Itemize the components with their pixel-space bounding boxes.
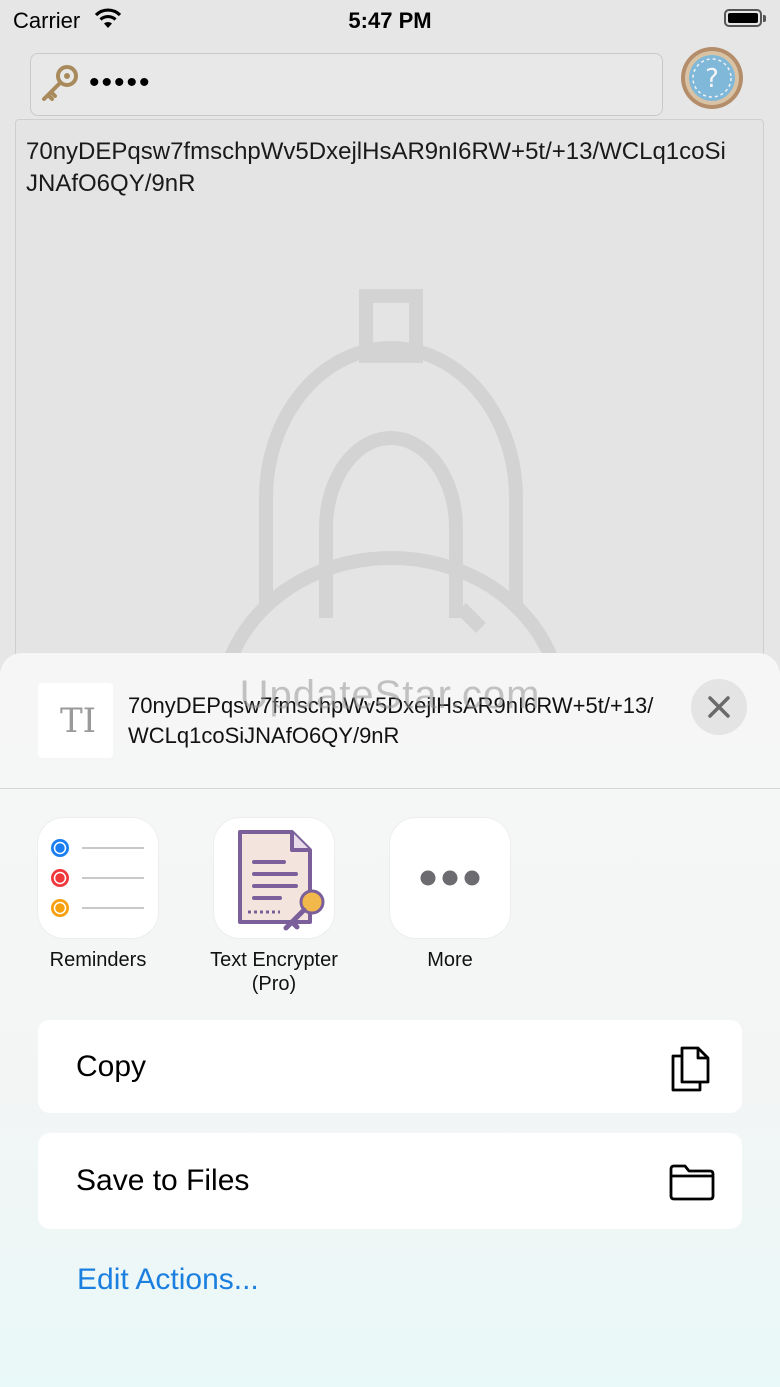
save-to-files-action[interactable]: Save to Files	[38, 1133, 742, 1229]
app-reminders[interactable]: Reminders	[23, 818, 173, 972]
copy-label: Copy	[76, 1050, 147, 1083]
share-sheet: TI 70nyDEPqsw7fmschpWv5DxejlHsAR9nI6RW+5…	[0, 653, 780, 1387]
copy-action[interactable]: Copy	[38, 1020, 742, 1113]
close-icon	[708, 696, 730, 718]
text-format-icon: TI	[60, 701, 97, 741]
edit-actions-link[interactable]: Edit Actions...	[77, 1263, 259, 1297]
copy-icon	[671, 1046, 710, 1092]
app-label: Reminders	[49, 949, 147, 971]
password-value: •••••	[89, 66, 152, 99]
clock: 5:47 PM	[348, 8, 432, 33]
share-sheet-header: TI 70nyDEPqsw7fmschpWv5DxejlHsAR9nI6RW+5…	[0, 653, 780, 789]
key-icon	[42, 65, 78, 101]
app-label: Text Encrypter (Pro)	[210, 949, 338, 995]
folder-icon	[669, 1164, 715, 1201]
share-preview-text: 70nyDEPqsw7fmschpWv5DxejlHsAR9nI6RW+5t/+…	[128, 693, 654, 748]
reminders-icon	[38, 818, 158, 938]
text-thumbnail: TI	[38, 683, 113, 758]
editor-text: 70nyDEPqsw7fmschpWv5DxejlHsAR9nI6RW+5t/+…	[26, 138, 726, 197]
battery-icon	[724, 9, 766, 27]
more-icon	[390, 818, 510, 938]
text-encrypter-icon	[214, 818, 334, 938]
app-text-encrypter[interactable]: Text Encrypter (Pro)	[199, 818, 349, 996]
app-more[interactable]: More	[375, 818, 525, 972]
svg-text:?: ?	[705, 64, 719, 94]
status-bar: Carrier 5:47 PM	[0, 0, 780, 40]
help-icon[interactable]: ?	[680, 46, 744, 110]
save-to-files-label: Save to Files	[76, 1164, 250, 1197]
close-button[interactable]	[691, 679, 747, 735]
app-label: More	[427, 949, 473, 971]
password-field[interactable]: •••••	[30, 53, 663, 116]
